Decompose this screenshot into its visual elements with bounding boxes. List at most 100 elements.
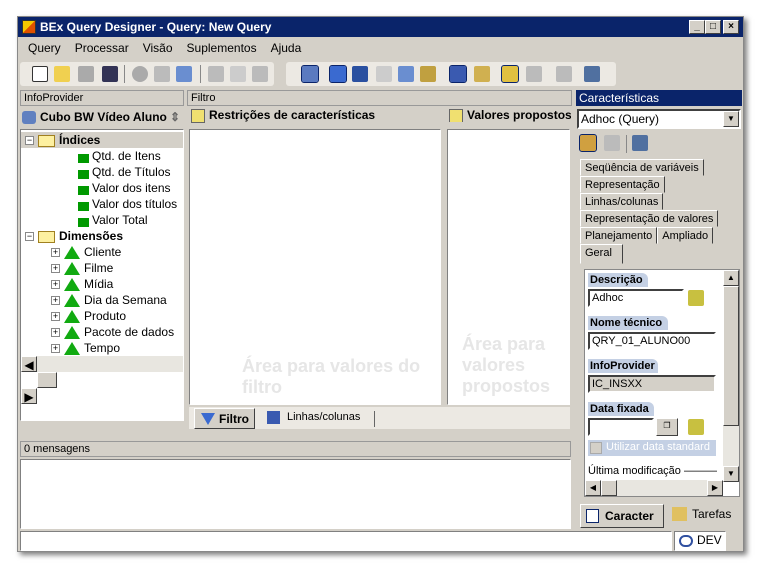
variable-icon[interactable] [688, 419, 704, 435]
check-icon[interactable] [154, 66, 170, 82]
horizontal-scrollbar[interactable]: ◀ ▶ [21, 356, 183, 404]
cells-icon[interactable] [398, 66, 414, 82]
expand-icon[interactable]: + [51, 312, 60, 322]
restrictions-area[interactable]: Área para valores do filtro [189, 129, 441, 405]
tree-key-figure[interactable]: Qtd. de Títulos [21, 164, 183, 180]
infoprovider-input: IC_INSXX [588, 375, 716, 393]
scroll-up-icon[interactable]: ▲ [723, 270, 739, 286]
conditions-icon[interactable] [420, 66, 436, 82]
save-icon[interactable] [78, 66, 94, 82]
menu-query[interactable]: Query [21, 38, 68, 58]
messages-area [20, 459, 571, 529]
tab-geral[interactable]: Geral [580, 244, 623, 264]
tree-dimension[interactable]: + Mídia [21, 276, 183, 292]
tree-dimension[interactable]: + Produto [21, 308, 183, 324]
execute-icon[interactable] [132, 66, 148, 82]
flag-icon[interactable] [376, 66, 392, 82]
tree-node-dimensoes[interactable]: − Dimensões [21, 228, 183, 244]
tree-key-figure[interactable]: Valor dos itens [21, 180, 183, 196]
tree-dimension[interactable]: + Tempo [21, 340, 183, 356]
geral-panel: Descrição Adhoc Nome técnico QRY_01_ALUN… [584, 269, 740, 497]
tasks-icon[interactable] [474, 66, 490, 82]
proposed-values-area[interactable]: Área para valores propostos [447, 129, 570, 405]
tree-dimension[interactable]: + Cliente [21, 244, 183, 260]
infoprovider-selector[interactable]: Cubo BW Vídeo Aluno ⇕ [20, 108, 184, 128]
nome-tecnico-input[interactable]: QRY_01_ALUNO00 [588, 332, 716, 350]
tab-representacao[interactable]: Representação [580, 176, 665, 193]
variable-icon[interactable] [688, 290, 704, 306]
new-icon[interactable] [32, 66, 48, 82]
query-selector[interactable]: Adhoc (Query) ▼ [577, 109, 741, 129]
filter-icon[interactable] [329, 65, 347, 83]
open-icon[interactable] [54, 66, 70, 82]
expand-icon[interactable]: + [51, 296, 60, 306]
tree-key-figure[interactable]: Valor Total [21, 212, 183, 228]
expand-icon[interactable]: + [51, 264, 60, 274]
maximize-button[interactable]: □ [705, 20, 721, 34]
tree-key-figure[interactable]: Valor dos títulos [21, 196, 183, 212]
scroll-thumb[interactable] [37, 372, 57, 388]
tab-linhas-colunas[interactable]: Linhas/colunas [267, 411, 376, 427]
tree-dimension[interactable]: + Pacote de dados [21, 324, 183, 340]
chevron-down-icon[interactable]: ▼ [723, 111, 739, 127]
horizontal-scrollbar[interactable]: ◀ ▶ [585, 480, 723, 496]
scroll-thumb[interactable] [723, 286, 739, 426]
sort-icon[interactable]: ⇕ [170, 108, 184, 126]
infoprovider-icon[interactable] [301, 65, 319, 83]
expand-icon[interactable]: + [51, 344, 60, 354]
rows-columns-icon[interactable] [352, 66, 368, 82]
tree-node-indices[interactable]: − Índices [21, 132, 183, 148]
key-figure-icon [73, 214, 89, 227]
scroll-down-icon[interactable]: ▼ [723, 466, 739, 482]
std-date-checkbox[interactable]: Utilizar data standard [588, 440, 716, 456]
tab-filtro[interactable]: Filtro [194, 408, 255, 429]
copy-icon[interactable] [230, 66, 246, 82]
tab-planejamento[interactable]: Planejamento [580, 227, 658, 244]
save-all-icon[interactable] [102, 66, 118, 82]
title-bar: BEx Query Designer - Query: New Query _ … [18, 17, 743, 37]
scroll-right-icon[interactable]: ▶ [21, 388, 37, 404]
expand-icon[interactable]: + [51, 248, 60, 258]
menu-processar[interactable]: Processar [68, 38, 136, 58]
tab-representacao-valores[interactable]: Representação de valores [580, 210, 719, 227]
scroll-left-icon[interactable]: ◀ [21, 356, 37, 372]
messages-icon[interactable] [501, 65, 519, 83]
paste-icon[interactable] [252, 66, 268, 82]
properties-icon[interactable] [176, 66, 192, 82]
descricao-input[interactable]: Adhoc [588, 289, 684, 307]
tab-linhas-colunas[interactable]: Linhas/colunas [580, 193, 664, 210]
display-icon[interactable] [556, 66, 572, 82]
dimension-icon [64, 246, 80, 260]
tab-sequencia-variaveis[interactable]: Seqüência de variáveis [580, 159, 704, 176]
scroll-left-icon[interactable]: ◀ [585, 480, 601, 496]
tab-caracter[interactable]: Caracter [580, 504, 664, 528]
save-icon[interactable] [604, 135, 620, 151]
tree-dimension[interactable]: + Dia da Semana [21, 292, 183, 308]
scroll-right-icon[interactable]: ▶ [707, 480, 723, 496]
collapse-icon[interactable]: − [25, 232, 34, 242]
tools-dropdown-icon[interactable] [632, 135, 648, 151]
expand-icon[interactable]: + [51, 280, 60, 290]
tab-tarefas[interactable]: Tarefas [670, 507, 731, 521]
calendar-button[interactable]: ❐ [656, 418, 678, 436]
menu-visao[interactable]: Visão [136, 38, 180, 58]
where-used-icon[interactable] [526, 66, 542, 82]
tree-dimension[interactable]: + Filme [21, 260, 183, 276]
collapse-icon[interactable]: − [25, 136, 34, 146]
data-fixada-input[interactable] [588, 418, 654, 436]
tab-ampliado[interactable]: Ampliado [657, 227, 714, 244]
checkbox-icon[interactable] [590, 442, 602, 454]
tree-key-figure[interactable]: Qtd. de Itens [21, 148, 183, 164]
cut-icon[interactable] [208, 66, 224, 82]
vertical-scrollbar[interactable]: ▲ ▼ [723, 270, 739, 482]
expand-icon[interactable]: + [51, 328, 60, 338]
close-button[interactable]: × [723, 20, 739, 34]
menu-ajuda[interactable]: Ajuda [264, 38, 309, 58]
menu-suplementos[interactable]: Suplementos [180, 38, 264, 58]
tools-dropdown-icon[interactable] [584, 66, 600, 82]
scroll-thumb[interactable] [601, 480, 617, 496]
restrictions-icon [191, 109, 205, 123]
edit-icon[interactable] [579, 134, 597, 152]
minimize-button[interactable]: _ [689, 20, 705, 34]
properties-pane-icon[interactable] [449, 65, 467, 83]
